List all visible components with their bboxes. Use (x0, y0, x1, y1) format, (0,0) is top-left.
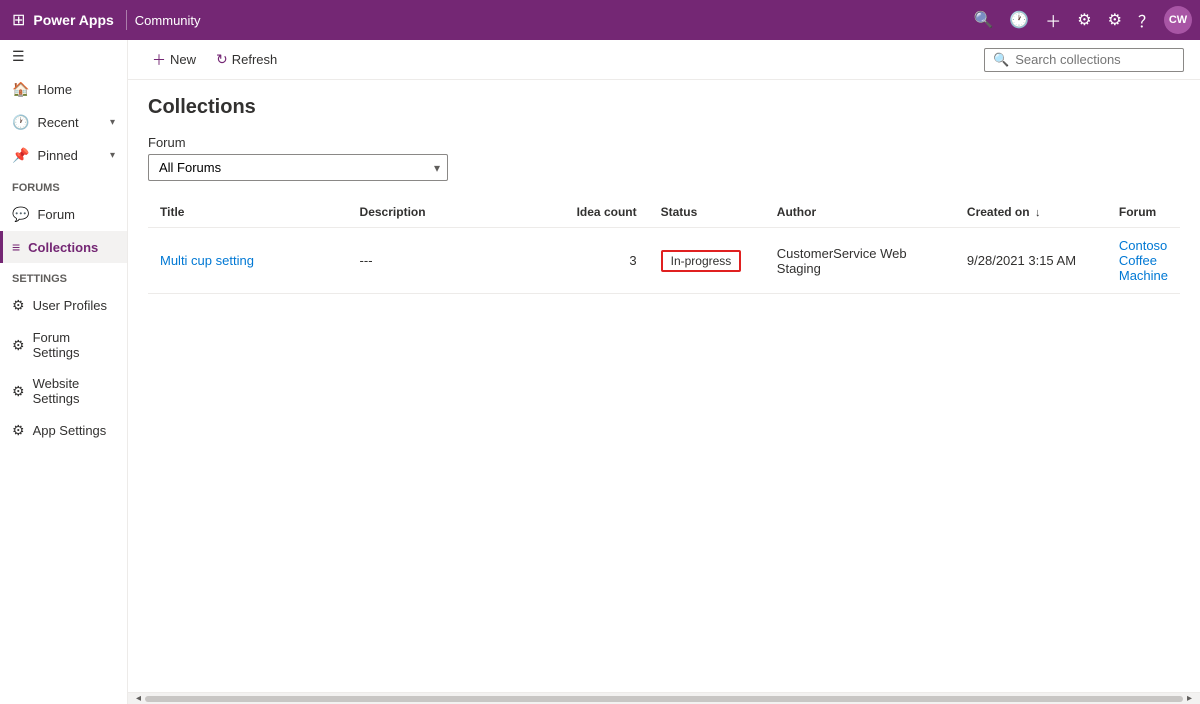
forum-settings-label: Forum Settings (33, 330, 115, 360)
status-badge: In-progress (661, 250, 742, 272)
user-profiles-icon: ⚙ (12, 297, 25, 314)
main-content: ＋ New ↻ Refresh 🔍 Collections Forum All … (128, 40, 1200, 704)
collections-icon: ≡ (12, 239, 20, 255)
sidebar-item-forum-settings[interactable]: ⚙ Forum Settings (0, 322, 127, 368)
search-box[interactable]: 🔍 (984, 48, 1184, 72)
user-profiles-label: User Profiles (33, 298, 107, 313)
search-icon[interactable]: 🔍 (967, 6, 999, 34)
cell-created: 9/28/2021 3:15 AM (955, 228, 1107, 294)
scroll-right-icon[interactable]: ▸ (1183, 693, 1196, 704)
refresh-button[interactable]: ↻ Refresh (208, 47, 285, 72)
pinned-expand-icon: ▾ (110, 150, 115, 161)
table-header-row: Title Description Idea count Status Auth (148, 197, 1180, 228)
sidebar-item-recent[interactable]: 🕐 Recent ▾ (0, 106, 127, 139)
forum-filter-label: Forum (148, 135, 1180, 150)
cell-status: In-progress (649, 228, 765, 294)
new-label: New (170, 52, 196, 67)
forum-icon: 💬 (12, 206, 29, 223)
settings-icon[interactable]: ⚙ (1102, 6, 1128, 34)
sidebar-item-home[interactable]: 🏠 Home (0, 73, 127, 106)
topbar: ⊞ Power Apps Community 🔍 🕐 ＋ ⚙ ⚙ ？ CW (0, 0, 1200, 40)
recent-label: Recent (37, 115, 78, 130)
col-created-header: Created on ↓ (955, 197, 1107, 228)
topbar-divider (126, 10, 127, 30)
recent-icon[interactable]: 🕐 (1003, 6, 1035, 34)
col-title-header: Title (148, 197, 348, 228)
page-title: Collections (148, 96, 1180, 119)
settings-section-label: Settings (0, 263, 127, 289)
sidebar-item-app-settings[interactable]: ⚙ App Settings (0, 414, 127, 447)
new-button[interactable]: ＋ New (144, 46, 204, 74)
toolbar: ＋ New ↻ Refresh 🔍 (128, 40, 1200, 80)
col-status-header: Status (649, 197, 765, 228)
forum-label: Forum (37, 207, 75, 222)
title-link[interactable]: Multi cup setting (160, 253, 254, 268)
home-icon: 🏠 (12, 81, 29, 98)
cell-idea-count: 3 (551, 228, 649, 294)
cell-description: --- (348, 228, 551, 294)
col-forum-header: Forum (1107, 197, 1180, 228)
recent-nav-icon: 🕐 (12, 114, 29, 131)
website-settings-label: Website Settings (33, 376, 115, 406)
sidebar-item-forum[interactable]: 💬 Forum (0, 198, 127, 231)
avatar[interactable]: CW (1164, 6, 1192, 34)
pinned-label: Pinned (37, 148, 77, 163)
help-icon[interactable]: ？ (1132, 4, 1160, 36)
search-input[interactable] (1015, 52, 1175, 67)
col-description-header: Description (348, 197, 551, 228)
forum-filter-select[interactable]: All Forums (148, 154, 448, 181)
bottom-scrollbar: ◂ ▸ (128, 692, 1200, 704)
col-author-header: Author (765, 197, 955, 228)
page-body: Collections Forum All Forums ▾ Title Des… (128, 80, 1200, 692)
search-box-icon: 🔍 (993, 52, 1009, 68)
sidebar-item-collections[interactable]: ≡ Collections (0, 231, 127, 263)
hamburger-icon: ☰ (12, 48, 25, 65)
filter-icon[interactable]: ⚙ (1071, 6, 1097, 34)
sidebar-item-user-profiles[interactable]: ⚙ User Profiles (0, 289, 127, 322)
recent-expand-icon: ▾ (110, 117, 115, 128)
sidebar: ☰ 🏠 Home 🕐 Recent ▾ 📌 Pinned ▾ Forums 💬 … (0, 40, 128, 704)
forums-section-label: Forums (0, 172, 127, 198)
app-logo: Power Apps (33, 12, 113, 28)
cell-title: Multi cup setting (148, 228, 348, 294)
pin-icon: 📌 (12, 147, 29, 164)
col-idea-count-header: Idea count (551, 197, 649, 228)
app-settings-icon: ⚙ (12, 422, 25, 439)
app-settings-label: App Settings (33, 423, 107, 438)
forum-filter-wrap: All Forums ▾ (148, 154, 448, 181)
refresh-label: Refresh (232, 52, 278, 67)
forum-link[interactable]: Contoso Coffee Machine (1119, 238, 1168, 283)
scrollbar-track[interactable] (145, 696, 1183, 702)
collections-label: Collections (28, 240, 98, 255)
forum-settings-icon: ⚙ (12, 337, 25, 354)
website-settings-icon: ⚙ (12, 383, 25, 400)
sort-down-icon: ↓ (1035, 207, 1041, 219)
layout: ☰ 🏠 Home 🕐 Recent ▾ 📌 Pinned ▾ Forums 💬 … (0, 40, 1200, 704)
cell-forum: Contoso Coffee Machine (1107, 228, 1180, 294)
sidebar-item-website-settings[interactable]: ⚙ Website Settings (0, 368, 127, 414)
community-label: Community (135, 13, 201, 28)
refresh-icon: ↻ (216, 51, 228, 68)
collections-table: Title Description Idea count Status Auth (148, 197, 1180, 294)
scroll-left-icon[interactable]: ◂ (132, 693, 145, 704)
grid-icon[interactable]: ⊞ (8, 6, 29, 34)
new-icon: ＋ (152, 50, 166, 70)
add-icon[interactable]: ＋ (1039, 4, 1067, 36)
sidebar-item-pinned[interactable]: 📌 Pinned ▾ (0, 139, 127, 172)
home-label: Home (37, 82, 72, 97)
cell-author: CustomerService Web Staging (765, 228, 955, 294)
sidebar-item-hamburger[interactable]: ☰ (0, 40, 127, 73)
table-row: Multi cup setting --- 3 In-progress Cust… (148, 228, 1180, 294)
